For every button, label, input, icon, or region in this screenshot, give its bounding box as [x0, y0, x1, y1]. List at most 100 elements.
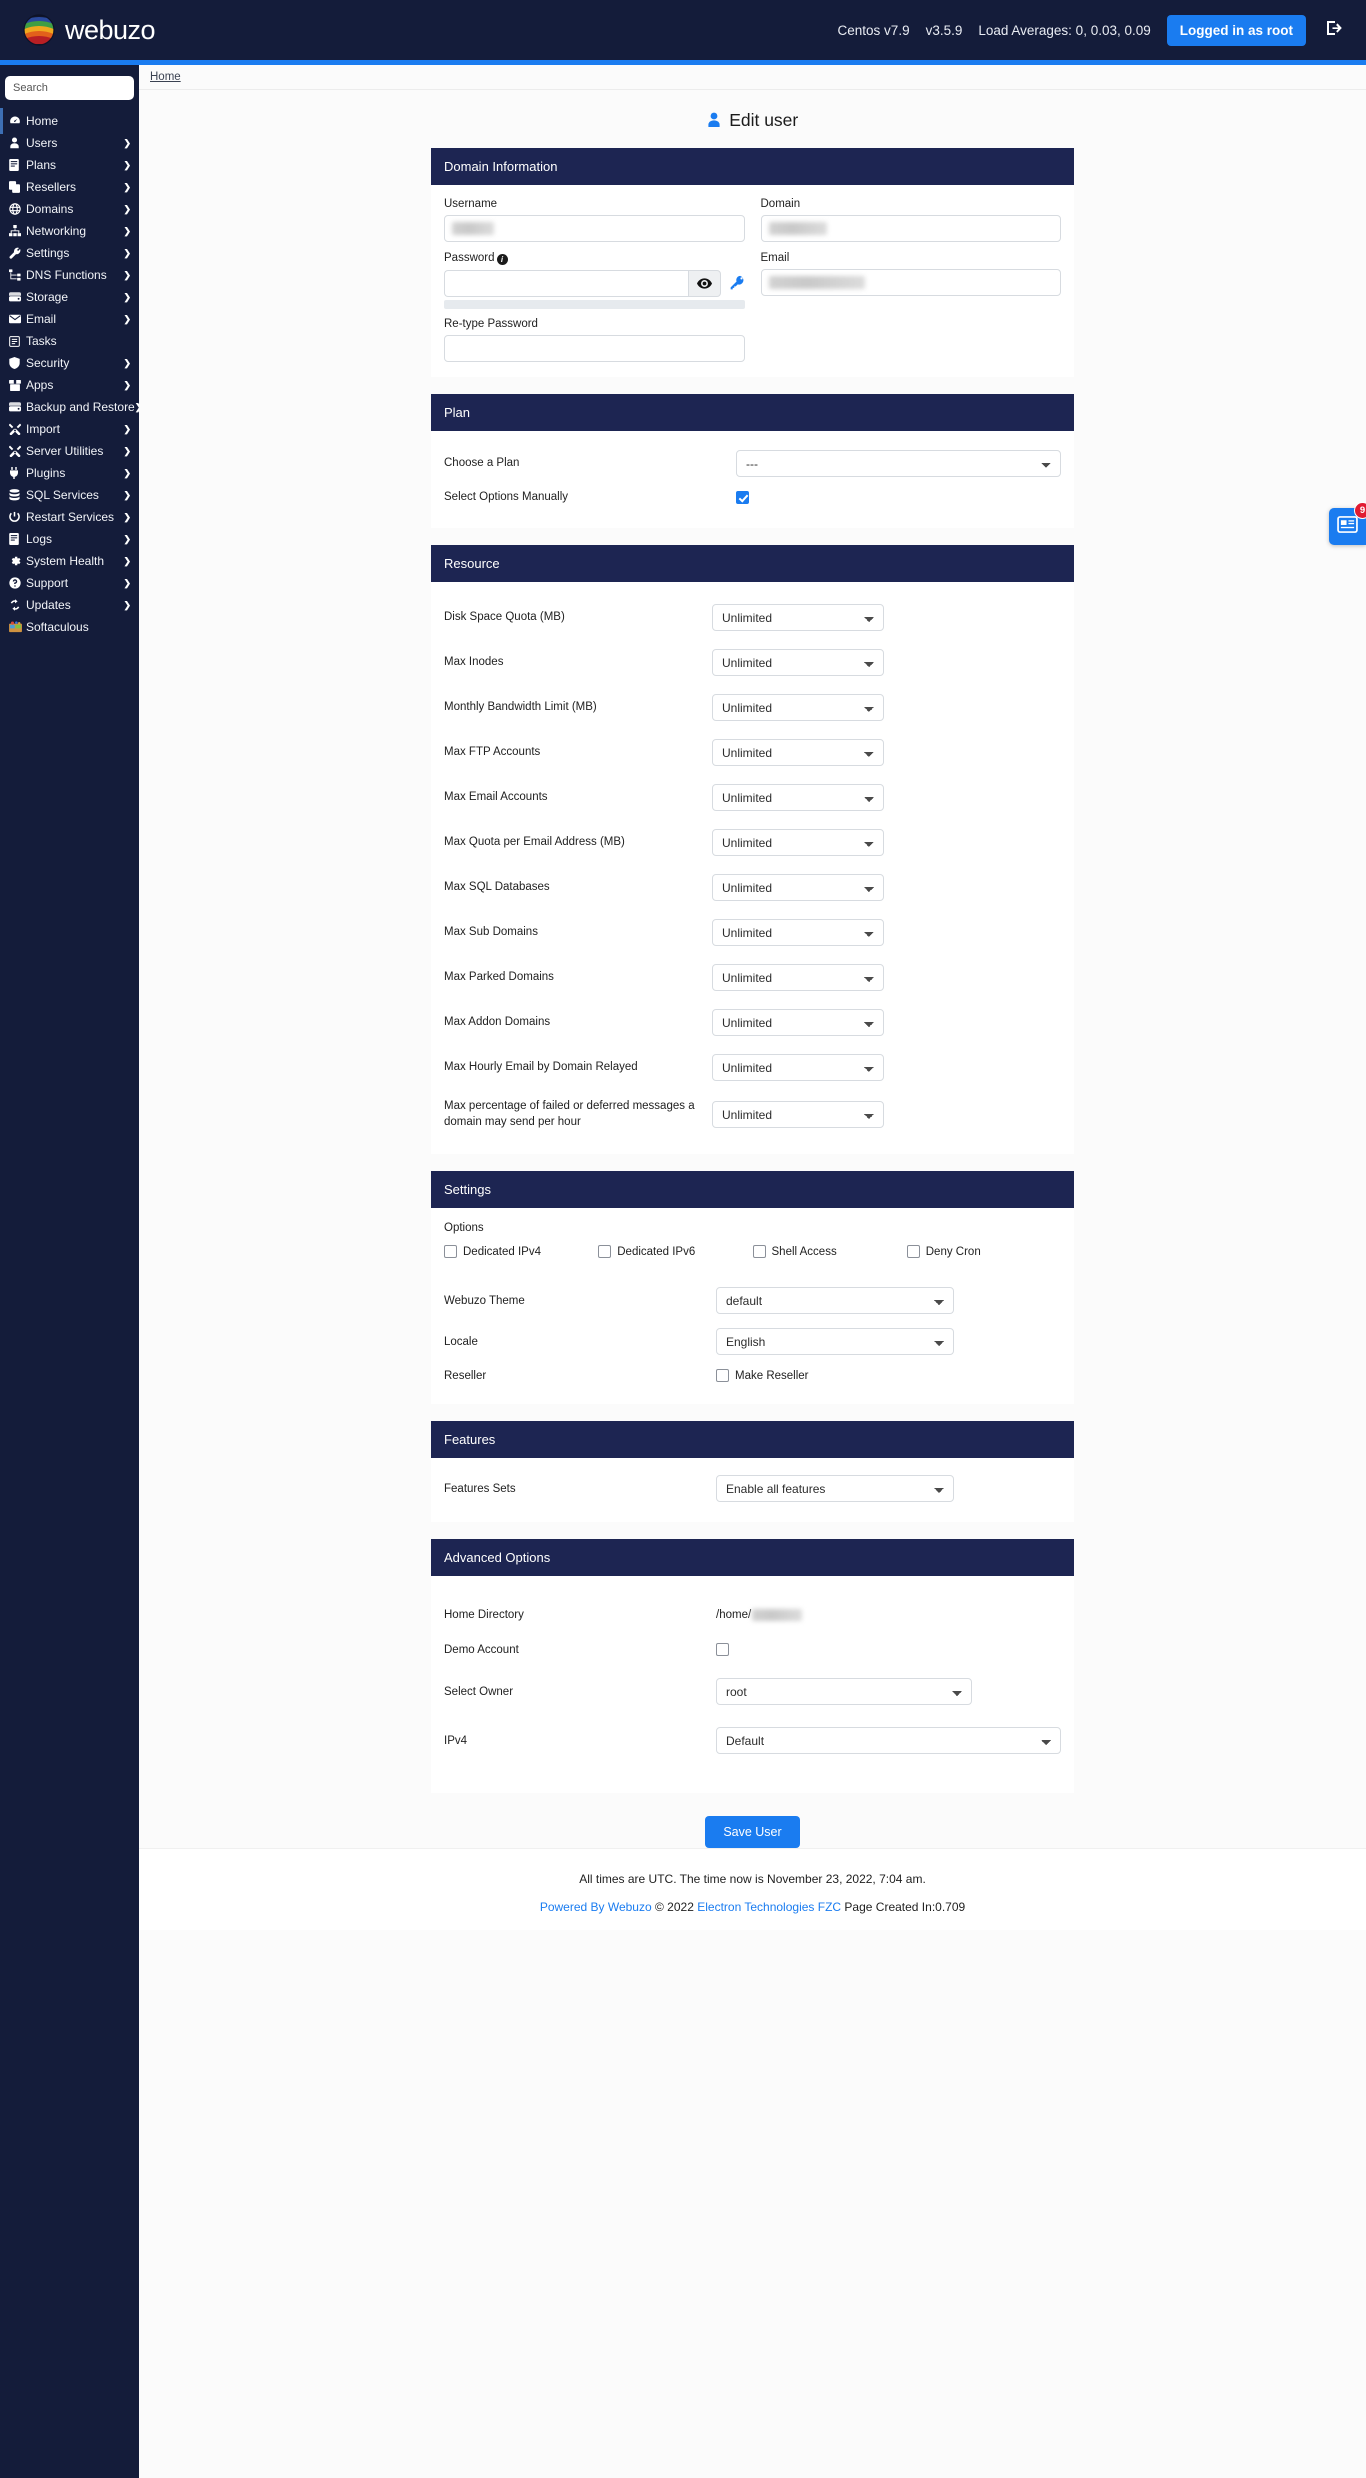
password-input[interactable] [444, 270, 688, 297]
resource-label: Max Email Accounts [444, 790, 548, 803]
option-dedicated-ipv6[interactable]: Dedicated IPv6 [598, 1245, 752, 1259]
sidebar-item-support[interactable]: Support ❯ [0, 572, 139, 594]
demo-account-checkbox[interactable] [716, 1643, 729, 1657]
softaculous-icon [9, 621, 24, 633]
sidebar-item-storage[interactable]: Storage ❯ [0, 286, 139, 308]
sidebar-item-settings[interactable]: Settings ❯ [0, 242, 139, 264]
main-content: Home Edit user Domain Information Userna… [139, 65, 1366, 2478]
retype-password-input[interactable] [444, 335, 745, 362]
webuzo-theme-select[interactable]: default [716, 1287, 954, 1315]
sidebar-item-networking[interactable]: Networking ❯ [0, 220, 139, 242]
locale-select[interactable]: English [716, 1328, 954, 1356]
breadcrumb-home-link[interactable]: Home [150, 71, 181, 83]
footer-credits: Powered By Webuzo © 2022 Electron Techno… [139, 1900, 1366, 1914]
resource-select[interactable]: Unlimited [712, 694, 884, 721]
option-dedicated-ipv4[interactable]: Dedicated IPv4 [444, 1245, 598, 1259]
resource-select[interactable]: Unlimited [712, 964, 884, 991]
sidebar-item-users[interactable]: Users ❯ [0, 132, 139, 154]
sidebar-item-plans[interactable]: Plans ❯ [0, 154, 139, 176]
sidebar-item-plugins[interactable]: Plugins ❯ [0, 462, 139, 484]
sidebar-item-softaculous[interactable]: Softaculous [0, 616, 139, 638]
sidebar-item-server-utilities[interactable]: Server Utilities ❯ [0, 440, 139, 462]
news-widget-button[interactable]: 9 [1329, 502, 1366, 545]
page-title-text: Edit user [729, 110, 799, 130]
select-owner-select[interactable]: root [716, 1678, 972, 1706]
sidebar-item-tasks[interactable]: Tasks [0, 330, 139, 352]
save-user-button[interactable]: Save User [705, 1816, 800, 1849]
brand-name: webuzo [65, 14, 156, 45]
sidebar-item-security[interactable]: Security ❯ [0, 352, 139, 374]
resource-select[interactable]: Unlimited [712, 829, 884, 856]
sidebar-item-import[interactable]: Import ❯ [0, 418, 139, 440]
sidebar-item-system-health[interactable]: System Health ❯ [0, 550, 139, 572]
sidebar-item-restart-services[interactable]: Restart Services ❯ [0, 506, 139, 528]
resource-select[interactable]: Unlimited [712, 1054, 884, 1081]
resource-select[interactable]: Unlimited [712, 1101, 884, 1129]
make-reseller-checkbox[interactable] [716, 1369, 729, 1383]
row-select-owner: Select Owner root [444, 1667, 1061, 1716]
option-checkbox[interactable] [598, 1245, 612, 1259]
option-shell-access[interactable]: Shell Access [752, 1245, 907, 1259]
cog-icon [9, 555, 24, 567]
panel-advanced-options: Advanced Options Home Directory /home/ D… [431, 1539, 1074, 1794]
question-icon [9, 577, 24, 589]
dns-icon [9, 269, 24, 281]
resource-row: Max Addon Domains Unlimited [444, 1000, 1061, 1045]
resource-row: Max FTP Accounts Unlimited [444, 730, 1061, 775]
info-icon[interactable]: i [496, 254, 508, 265]
sidebar-item-domains[interactable]: Domains ❯ [0, 198, 139, 220]
hdd-icon [9, 292, 24, 302]
panel-settings: Settings Options Dedicated IPv4 Dedicated… [431, 1171, 1074, 1405]
sidebar-item-label: Apps [26, 378, 54, 392]
sidebar-item-dns-functions[interactable]: DNS Functions ❯ [0, 264, 139, 286]
key-icon[interactable] [730, 275, 745, 292]
sidebar-item-label: Restart Services [26, 510, 115, 524]
option-deny-cron[interactable]: Deny Cron [906, 1245, 1061, 1259]
eye-icon[interactable] [687, 270, 721, 297]
sidebar-item-logs[interactable]: Logs ❯ [0, 528, 139, 550]
electron-technologies-link[interactable]: Electron Technologies FZC [697, 1900, 841, 1914]
sidebar-item-email[interactable]: Email ❯ [0, 308, 139, 330]
search-input[interactable] [5, 76, 134, 100]
sidebar-item-label: Logs [26, 532, 53, 546]
resource-select[interactable]: Unlimited [712, 649, 884, 676]
sidebar-item-sql-services[interactable]: SQL Services ❯ [0, 484, 139, 506]
powered-by-webuzo-link[interactable]: Powered By Webuzo [540, 1900, 652, 1914]
sidebar-item-apps[interactable]: Apps ❯ [0, 374, 139, 396]
chevron-right-icon: ❯ [123, 467, 131, 478]
sidebar-item-home[interactable]: Home [0, 108, 139, 134]
panel-domain-information: Domain Information Username Password i R… [431, 148, 1074, 377]
resource-select[interactable]: Unlimited [712, 919, 884, 946]
sidebar-item-label: Networking [26, 224, 87, 238]
logged-in-as-button[interactable]: Logged in as root [1166, 14, 1306, 46]
option-checkbox[interactable] [444, 1245, 457, 1259]
make-reseller-option[interactable]: Make Reseller [716, 1369, 809, 1383]
row-home-directory: Home Directory /home/ [444, 1598, 1061, 1632]
chevron-right-icon: ❯ [123, 291, 131, 302]
row-webuzo-theme: Webuzo Theme default [444, 1280, 1061, 1321]
envelope-icon [9, 314, 24, 324]
resource-label: Max Inodes [444, 655, 504, 668]
sidebar-item-resellers[interactable]: Resellers ❯ [0, 176, 139, 198]
resource-select[interactable]: Unlimited [712, 784, 884, 811]
resource-select[interactable]: Unlimited [712, 604, 884, 631]
panel-heading-resource: Resource [431, 545, 1074, 582]
brand-logo-group[interactable]: webuzo [22, 13, 156, 47]
locale-label: Locale [444, 1335, 478, 1348]
resource-label: Disk Space Quota (MB) [444, 610, 565, 623]
sidebar-item-backup-and-restore[interactable]: Backup and Restore❯ [0, 396, 142, 418]
option-checkbox[interactable] [906, 1245, 920, 1259]
ipv4-select[interactable]: Default [716, 1727, 1061, 1755]
chevron-right-icon: ❯ [123, 137, 131, 148]
option-checkbox[interactable] [752, 1245, 766, 1259]
features-sets-select[interactable]: Enable all features [716, 1475, 954, 1503]
resource-select[interactable]: Unlimited [712, 1009, 884, 1036]
chevron-right-icon: ❯ [123, 423, 131, 434]
sidebar-item-updates[interactable]: Updates ❯ [0, 594, 139, 616]
choose-plan-select[interactable]: --- [736, 450, 1061, 477]
resource-select[interactable]: Unlimited [712, 739, 884, 766]
select-options-manually-checkbox[interactable] [736, 491, 749, 504]
logout-icon[interactable] [1322, 19, 1348, 41]
option-label: Deny Cron [925, 1245, 981, 1258]
resource-select[interactable]: Unlimited [712, 874, 884, 901]
